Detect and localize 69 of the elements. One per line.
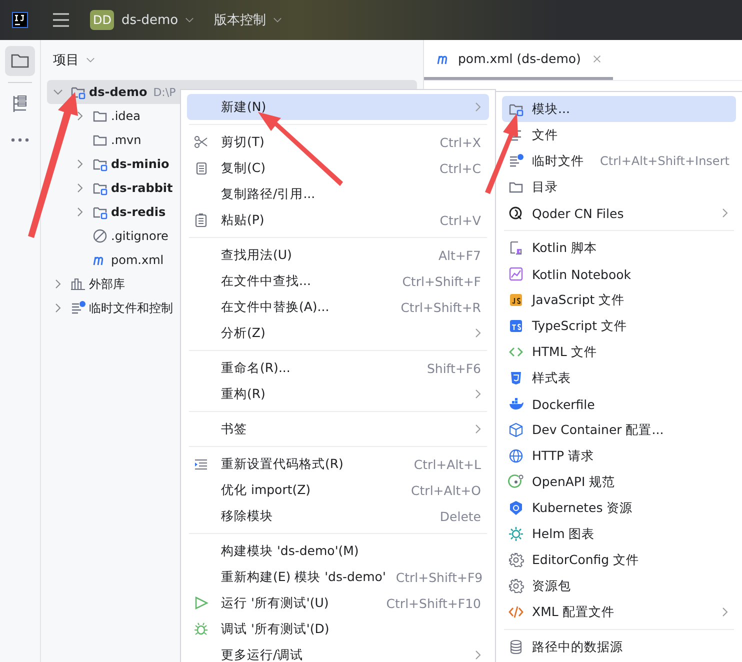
menu-label: 模块... xyxy=(532,100,570,118)
tree-label: ds-rabbit xyxy=(111,181,173,195)
menu-label: 新建(N) xyxy=(221,98,266,116)
shortcut-label: Ctrl+Shift+F9 xyxy=(394,570,483,584)
menu-label: TypeScript 文件 xyxy=(532,318,627,334)
menu-label: OpenAPI 规范 xyxy=(532,474,616,490)
shortcut-label: Delete xyxy=(438,508,481,524)
shortcut-label: Ctrl+C xyxy=(438,160,481,176)
menu-label: HTML 文件 xyxy=(532,344,597,360)
menu-label: 重新设置代码格式(R) xyxy=(221,456,344,472)
tree-label: .idea xyxy=(111,109,141,123)
shortcut-label: Ctrl+X xyxy=(438,134,481,150)
menu-label: 重命名(R)... xyxy=(221,360,290,376)
tree-label: .gitignore xyxy=(111,229,168,243)
menu-label: 重新构建(E) 模块 'ds-demo' xyxy=(221,568,386,586)
menu-label: 书签 xyxy=(221,420,247,438)
menu-label: JavaScript 文件 xyxy=(532,292,625,308)
menu-label: 路径中的数据源 xyxy=(532,638,623,656)
tree-label: 外部库 xyxy=(89,276,125,292)
shortcut-label: Ctrl+Shift+F10 xyxy=(385,596,481,610)
menu-label: XML 配置文件 xyxy=(532,604,614,620)
menu-label: HTTP 请求 xyxy=(532,448,594,464)
tree-label: pom.xml xyxy=(111,253,164,267)
shortcut-label: Ctrl+Shift+R xyxy=(400,300,481,314)
vcs-label: 版本控制 xyxy=(214,12,266,29)
shortcut-label: Ctrl+Alt+Shift+Insert xyxy=(599,154,730,168)
shortcut-label: Ctrl+V xyxy=(438,212,481,228)
menu-label: EditorConfig 文件 xyxy=(532,552,640,568)
menu-label: 优化 import(Z) xyxy=(221,482,311,498)
menu-label: 构建模块 'ds-demo'(M) xyxy=(221,542,359,560)
menu-label: 粘贴(P) xyxy=(221,212,264,228)
menu-label: 复制(C) xyxy=(221,160,266,176)
tree-label: ds-demo xyxy=(89,85,148,99)
shortcut-label: Ctrl+Shift+F xyxy=(401,274,481,288)
menu-label: 移除模块 xyxy=(221,508,273,524)
menu-label: 更多运行/调试 xyxy=(221,646,304,662)
menu-label: Kotlin Notebook xyxy=(532,266,632,282)
shortcut-label: Shift+F6 xyxy=(426,360,481,376)
project-badge: DD xyxy=(90,10,114,30)
path-label: D:\P xyxy=(153,86,176,98)
menu-label: 文件 xyxy=(532,126,558,144)
shortcut-label: Ctrl+Alt+O xyxy=(410,482,481,498)
menu-label: Kotlin 脚本 xyxy=(532,240,597,256)
menu-label: 查找用法(U) xyxy=(221,246,292,264)
menu-label: 资源包 xyxy=(532,578,571,594)
menu-label: 样式表 xyxy=(532,370,571,386)
menu-label: 在文件中查找... xyxy=(221,272,311,290)
tree-label: .mvn xyxy=(111,133,142,147)
project-name: ds-demo xyxy=(121,12,178,28)
menu-label: 重构(R) xyxy=(221,386,266,402)
tree-label: 临时文件和控制 xyxy=(89,300,173,316)
shortcut-label: Alt+F7 xyxy=(437,248,481,262)
tab-title: pom.xml (ds-demo) xyxy=(458,51,581,66)
menu-label: 分析(Z) xyxy=(221,324,266,342)
menu-label: 剪切(T) xyxy=(221,134,264,150)
menu-label: 目录 xyxy=(532,178,558,196)
menu-label: 运行 '所有测试'(U) xyxy=(221,594,329,612)
menu-label: Qoder CN Files xyxy=(532,206,624,220)
tree-label: ds-minio xyxy=(111,157,170,171)
menu-label: 复制路径/引用... xyxy=(221,186,316,202)
menu-label: 临时文件 xyxy=(532,152,584,170)
menu-label: Dockerfile xyxy=(532,396,595,412)
menu-label: 调试 '所有测试'(D) xyxy=(221,620,330,638)
menu-label: 在文件中替换(A)... xyxy=(221,298,330,316)
tree-label: ds-redis xyxy=(111,205,166,219)
shortcut-label: Ctrl+Alt+L xyxy=(412,456,481,472)
menu-label: Dev Container 配置... xyxy=(532,422,664,438)
menu-label: Kubernetes 资源 xyxy=(532,500,633,516)
menu-label: Helm 图表 xyxy=(532,526,595,542)
